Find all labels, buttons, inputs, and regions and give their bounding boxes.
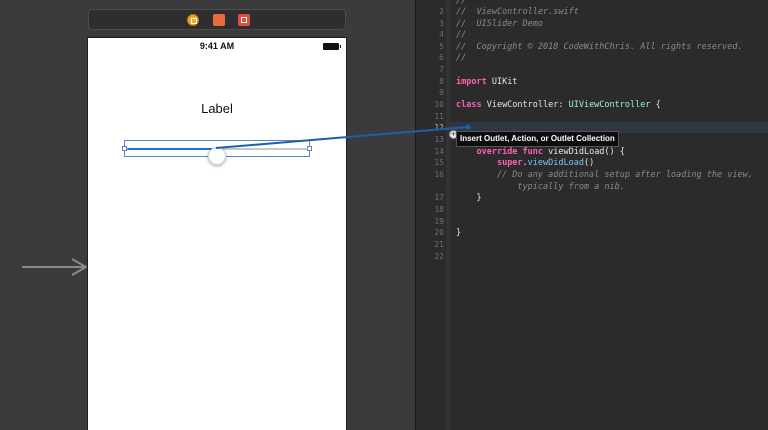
code-line: // Do any additional setup after loading… xyxy=(456,170,753,180)
code-line: } xyxy=(456,228,462,238)
line-number: 6 xyxy=(439,53,444,62)
code-line: // ViewController.swift xyxy=(456,7,579,17)
first-responder-icon[interactable] xyxy=(213,14,225,26)
slider-selection-frame[interactable] xyxy=(122,140,312,165)
slider-track[interactable] xyxy=(127,147,307,165)
line-number: 18 xyxy=(434,205,444,214)
code-line: // xyxy=(456,53,467,63)
line-number: 9 xyxy=(439,88,444,97)
line-number: 13 xyxy=(434,135,444,144)
code-line: class ViewController: UIViewController { xyxy=(456,100,661,110)
view-controller-icon[interactable] xyxy=(187,14,199,26)
line-number: 4 xyxy=(439,30,444,39)
line-number: 3 xyxy=(439,19,444,28)
code-line: super.viewDidLoad() xyxy=(496,158,595,168)
line-number: 5 xyxy=(439,42,444,51)
line-number: 21 xyxy=(434,240,444,249)
code-line: // xyxy=(456,30,467,40)
label-view[interactable]: Label xyxy=(88,101,346,116)
line-number: 2 xyxy=(439,7,444,16)
code-line: typically from a nib. xyxy=(456,182,625,192)
battery-icon xyxy=(323,43,341,50)
line-number: 14 xyxy=(434,147,444,156)
code-line: override func viewDidLoad() { xyxy=(476,147,625,157)
slider-fill xyxy=(127,148,217,150)
code-line: // UISlider Demo xyxy=(456,19,543,29)
line-number: 12 xyxy=(434,123,444,132)
code-line: } xyxy=(456,193,482,203)
line-number: 22 xyxy=(434,252,444,261)
line-number: 17 xyxy=(434,193,444,202)
resize-handle-right[interactable] xyxy=(307,146,312,151)
exit-icon[interactable] xyxy=(238,14,250,26)
line-number: 7 xyxy=(439,65,444,74)
code-line: // Copyright © 2018 CodeWithChris. All r… xyxy=(456,42,743,52)
line-number: 10 xyxy=(434,100,444,109)
status-bar-time: 9:41 AM xyxy=(199,41,235,51)
line-number: 20 xyxy=(434,228,444,237)
scene-dock xyxy=(88,9,346,30)
code-line: import UIKit xyxy=(456,77,518,87)
line-number: 11 xyxy=(434,112,444,121)
insert-outlet-tooltip: Insert Outlet, Action, or Outlet Collect… xyxy=(456,131,619,147)
gutter-strip xyxy=(446,0,450,430)
line-number: 15 xyxy=(434,158,444,167)
line-number: 8 xyxy=(439,77,444,86)
slider-thumb[interactable] xyxy=(208,147,226,165)
interface-builder-canvas[interactable]: 9:41 AM Label xyxy=(0,0,415,430)
line-number: 16 xyxy=(434,170,444,179)
code-editor[interactable]: // 2 // ViewController.swift 3 // UISlider D… xyxy=(415,0,768,430)
device-view: 9:41 AM Label xyxy=(88,38,346,430)
line-number: 19 xyxy=(434,217,444,226)
code-line: // xyxy=(456,0,467,6)
